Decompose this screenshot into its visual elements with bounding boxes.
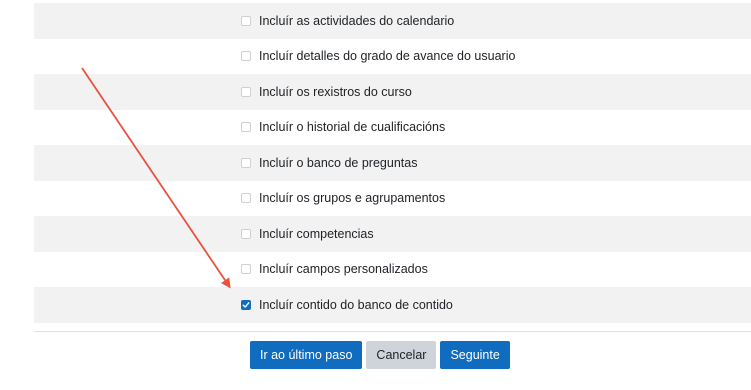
- checkbox-icon[interactable]: [241, 193, 251, 204]
- option-question-bank[interactable]: Incluír o banco de preguntas: [34, 145, 751, 181]
- option-label: Incluír o historial de cualificacións: [259, 120, 446, 135]
- option-custom-fields[interactable]: Incluír campos personalizados: [34, 252, 751, 288]
- option-content-bank[interactable]: Incluír contido do banco de contido: [34, 287, 751, 323]
- form-action-buttons: Ir ao último paso Cancelar Seguinte: [250, 341, 510, 369]
- option-label: Incluír detalles do grado de avance do u…: [259, 49, 516, 64]
- option-competencies[interactable]: Incluír competencias: [34, 216, 751, 252]
- jump-to-final-step-button[interactable]: Ir ao último paso: [250, 341, 363, 369]
- checkbox-icon[interactable]: [241, 264, 251, 275]
- checkbox-icon[interactable]: [241, 15, 251, 26]
- cancel-button[interactable]: Cancelar: [366, 341, 437, 369]
- option-label: Incluír as actividades do calendario: [259, 13, 455, 28]
- option-user-completion[interactable]: Incluír detalles do grado de avance do u…: [34, 39, 751, 75]
- checkbox-icon[interactable]: [241, 51, 251, 62]
- backup-options-list: Incluír as actividades do calendario Inc…: [34, 3, 751, 323]
- option-label: Incluír campos personalizados: [259, 262, 428, 277]
- next-button[interactable]: Seguinte: [440, 341, 510, 369]
- checkbox-icon[interactable]: [241, 122, 251, 133]
- option-label: Incluír competencias: [259, 226, 374, 241]
- option-groups-groupings[interactable]: Incluír os grupos e agrupamentos: [34, 181, 751, 217]
- option-calendar-events[interactable]: Incluír as actividades do calendario: [34, 3, 751, 39]
- checkbox-icon[interactable]: [241, 86, 251, 97]
- checkmark-icon: [242, 301, 250, 308]
- option-label: Incluír os rexistros do curso: [259, 84, 412, 99]
- checked-checkbox-icon[interactable]: [241, 299, 251, 310]
- footer-divider: [34, 331, 751, 332]
- backup-settings-page: Incluír as actividades do calendario Inc…: [0, 0, 751, 390]
- checkbox-icon[interactable]: [241, 157, 251, 168]
- option-label: Incluír contido do banco de contido: [259, 297, 453, 312]
- option-label: Incluír os grupos e agrupamentos: [259, 191, 446, 206]
- option-course-logs[interactable]: Incluír os rexistros do curso: [34, 74, 751, 110]
- checkbox-icon[interactable]: [241, 228, 251, 239]
- option-grade-history[interactable]: Incluír o historial de cualificacións: [34, 110, 751, 146]
- option-label: Incluír o banco de preguntas: [259, 155, 418, 170]
